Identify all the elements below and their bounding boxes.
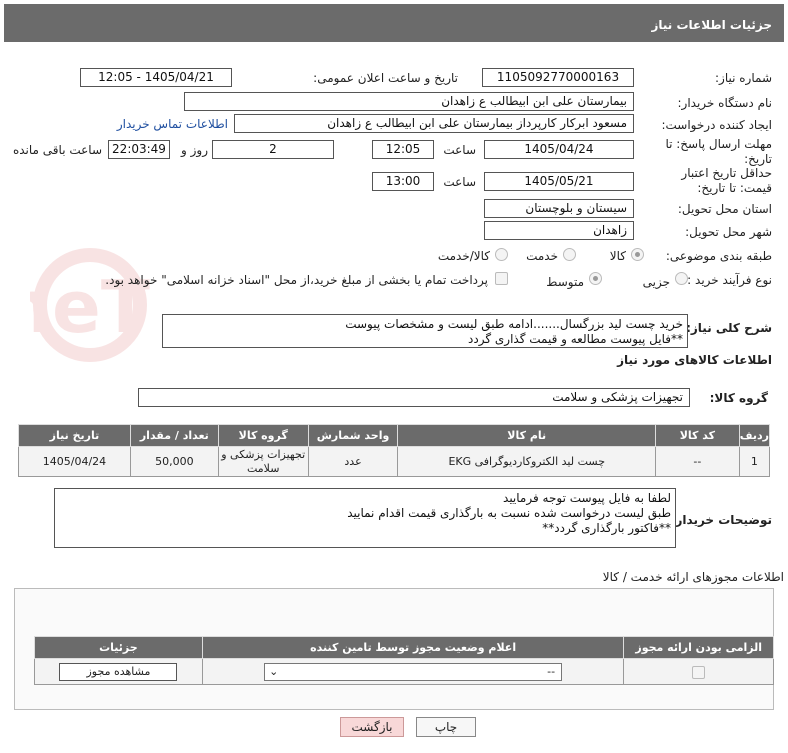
cell-details: مشاهده مجوز (34, 658, 203, 685)
days-value: 2 (212, 140, 334, 159)
desc-line-1: خرید چست لید بزرگسال.......ادامه طبق لیس… (345, 317, 683, 331)
cell-name: چست لید الکتروکاردیوگرافی EKG (397, 446, 656, 477)
buyer-label: نام دستگاه خریدار: (677, 96, 773, 110)
validity-time: 13:00 (372, 172, 434, 191)
view-permit-button[interactable]: مشاهده مجوز (59, 662, 178, 681)
permit-status-select[interactable]: -- ⌄ (264, 662, 563, 681)
notes-line-3: **فاکتور بارگذاری گردد** (542, 521, 671, 535)
cell-qty: 50,000 (129, 446, 219, 477)
contact-info-link[interactable]: اطلاعات تماس خریدار (117, 117, 228, 131)
col-qty: تعداد / مقدار (129, 424, 219, 447)
items-table: ردیف کد کالا نام کالا واحد شمارش گروه کا… (18, 424, 771, 477)
remaining-time: 22:03:49 (108, 140, 170, 159)
col-details: جزئیات (34, 636, 203, 659)
print-button[interactable]: چاپ (416, 717, 476, 737)
cell-date: 1405/04/24 (18, 446, 131, 477)
cell-required (623, 658, 774, 685)
category-both-text: کالا/خدمت (437, 249, 490, 263)
process-label: نوع فرآیند خرید : (687, 273, 772, 287)
category-goods-text: کالا (609, 249, 626, 263)
validity-time-word: ساعت (443, 175, 476, 189)
validity-label: حداقل تاریخ اعتبار قیمت: تا تاریخ: (681, 166, 772, 195)
goods-group-value: تجهیزات پزشکی و سلامت (138, 388, 690, 407)
deadline-date: 1405/04/24 (484, 140, 634, 159)
creator-value: مسعود ابرکار کارپرداز بیمارستان علی ابن … (234, 114, 634, 133)
desc-label: شرح کلی نیاز: (686, 321, 772, 335)
cell-row: 1 (738, 446, 771, 477)
cell-status: -- ⌄ (201, 658, 625, 685)
need-no-value: 1105092770000163 (482, 68, 634, 87)
notes-line-2: طبق لیست درخواست شده نسبت به بارگذاری قی… (347, 506, 671, 520)
desc-line-2: **فایل پیوست مطالعه و قیمت گذاری گردد (468, 332, 683, 346)
col-name: نام کالا (397, 424, 656, 447)
category-goods-radio[interactable] (631, 248, 644, 261)
province-value: سیستان و بلوچستان (484, 199, 634, 218)
deadline-time-word: ساعت (443, 143, 476, 157)
treasury-payment-note: پرداخت تمام یا بخشی از مبلغ خرید،از محل … (105, 273, 488, 287)
permits-title: اطلاعات مجوزهای ارائه خدمت / کالا (602, 570, 784, 584)
category-service-radio[interactable] (563, 248, 576, 261)
province-label: استان محل تحویل: (677, 202, 772, 216)
col-status: اعلام وضعیت مجوز توسط تامین کننده (201, 636, 625, 659)
validity-date: 1405/05/21 (484, 172, 634, 191)
col-required: الزامی بودن ارائه مجوز (623, 636, 774, 659)
announce-label: تاریخ و ساعت اعلان عمومی: (313, 71, 458, 85)
cell-unit: عدد (307, 446, 399, 477)
city-label: شهر محل تحویل: (685, 225, 772, 239)
need-no-label: شماره نیاز: (715, 71, 772, 85)
required-checkbox[interactable] (692, 665, 706, 679)
category-both-radio[interactable] (495, 248, 508, 261)
col-group: گروه کالا (217, 424, 309, 447)
cell-group: تجهیزات پزشکی و سلامت (217, 446, 309, 477)
buyer-value: بیمارستان علی ابن ابیطالب ع زاهدان (184, 92, 634, 111)
permit-status-value: -- (547, 664, 556, 678)
process-medium-text: متوسط (546, 275, 584, 289)
permits-table: الزامی بودن ارائه مجوز اعلام وضعیت مجوز … (34, 636, 774, 685)
announce-value: 1405/04/21 - 12:05 (80, 68, 232, 87)
items-table-header: ردیف کد کالا نام کالا واحد شمارش گروه کا… (18, 424, 771, 447)
deadline-time: 12:05 (372, 140, 434, 159)
page-header: جزئیات اطلاعات نیاز (4, 4, 784, 42)
category-service-text: خدمت (526, 249, 558, 263)
category-label: طبقه بندی موضوعی: (665, 249, 772, 263)
table-row: 1 -- چست لید الکتروکاردیوگرافی EKG عدد ت… (18, 446, 771, 477)
process-medium-radio[interactable] (589, 272, 602, 285)
col-date: تاریخ نیاز (18, 424, 131, 447)
process-partial-radio[interactable] (675, 272, 688, 285)
permits-table-header: الزامی بودن ارائه مجوز اعلام وضعیت مجوز … (34, 636, 774, 659)
col-row: ردیف (738, 424, 771, 447)
back-button[interactable]: بازگشت (340, 717, 404, 737)
city-value: زاهدان (484, 221, 634, 240)
col-code: کد کالا (654, 424, 740, 447)
remaining-word: ساعت باقی مانده (12, 143, 102, 157)
table-row: -- ⌄ مشاهده مجوز (34, 658, 774, 685)
days-word: روز و (181, 143, 208, 157)
buyer-notes-label: توضیحات خریدار: (670, 513, 772, 527)
treasury-payment-checkbox[interactable] (495, 272, 508, 285)
process-partial-text: جزیی (642, 275, 670, 289)
cell-code: -- (654, 446, 740, 477)
goods-info-title: اطلاعات کالاهای مورد نیاز (617, 353, 772, 367)
col-unit: واحد شمارش (307, 424, 399, 447)
goods-group-label: گروه کالا: (709, 391, 768, 405)
deadline-label: مهلت ارسال پاسخ: تا تاریخ: (665, 137, 772, 166)
page-panel: جزئیات اطلاعات نیاز AriaTender.neT شماره… (0, 0, 788, 753)
notes-line-1: لطفا به فایل پیوست توجه فرمایید (503, 491, 671, 505)
chevron-down-icon: ⌄ (269, 664, 279, 678)
buyer-notes-textarea[interactable]: لطفا به فایل پیوست توجه فرمایید طبق لیست… (54, 488, 676, 548)
desc-textarea[interactable]: خرید چست لید بزرگسال.......ادامه طبق لیس… (162, 314, 688, 348)
creator-label: ایجاد کننده درخواست: (661, 118, 772, 132)
